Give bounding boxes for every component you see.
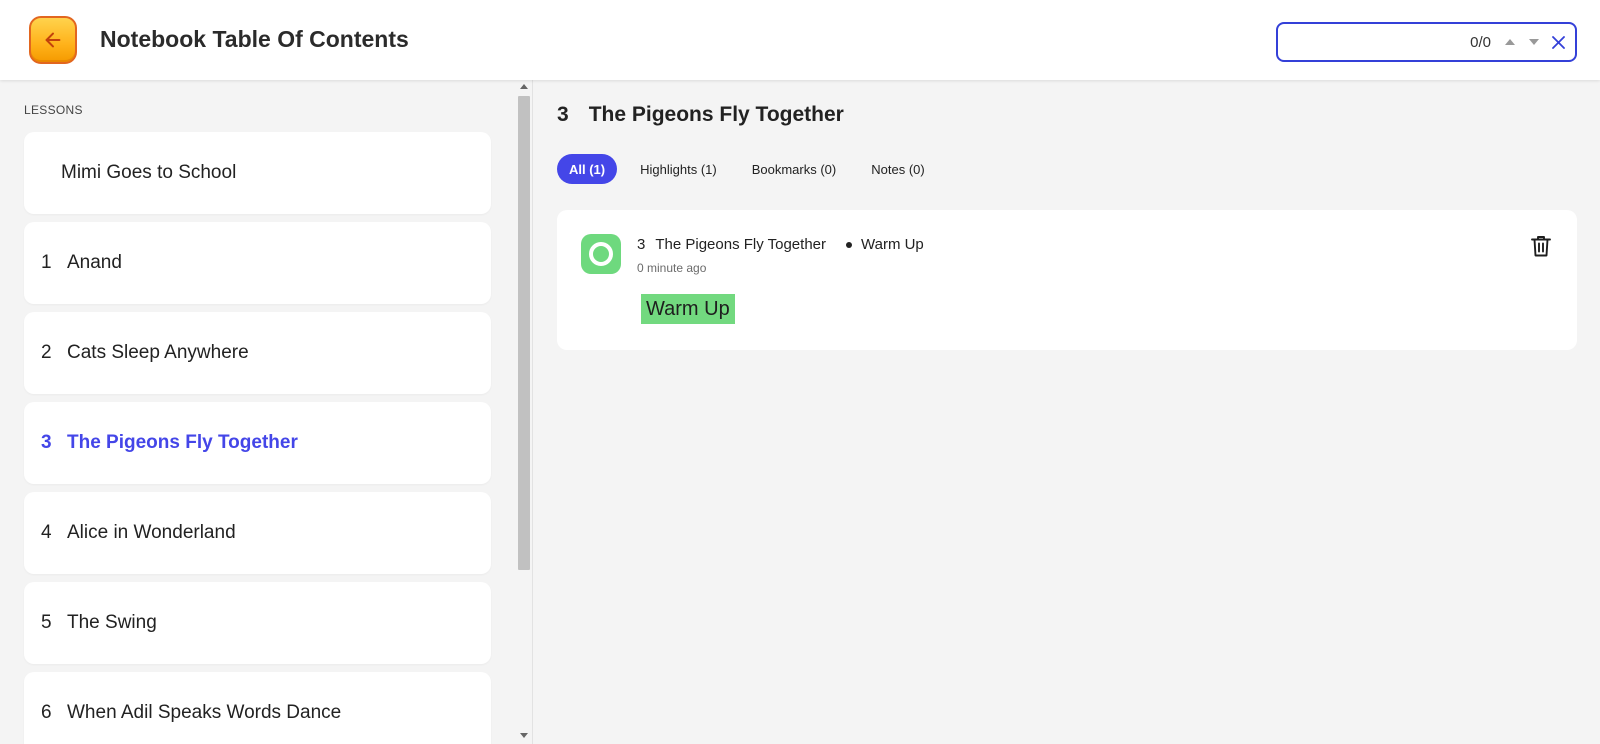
lesson-list: Mimi Goes to School 1 Anand 2 Cats Sleep… [24, 132, 491, 744]
highlighted-text[interactable]: Warm Up [641, 294, 735, 324]
lesson-number: 5 [41, 612, 52, 633]
section-number: 3 [557, 103, 569, 126]
highlight-marker-icon [581, 234, 621, 274]
entry-section: Warm Up [861, 236, 924, 253]
section-title: 3 The Pigeons Fly Together [557, 103, 844, 127]
lesson-label: The Swing [67, 612, 157, 633]
lesson-item[interactable]: 4 Alice in Wonderland [24, 492, 491, 574]
lesson-item[interactable]: Mimi Goes to School [24, 132, 491, 214]
tab-notes[interactable]: Notes (0) [859, 154, 936, 184]
lesson-item[interactable]: 5 The Swing [24, 582, 491, 664]
entry-lesson-number: 3 [637, 236, 646, 253]
search-next-button[interactable] [1525, 33, 1543, 51]
tab-all[interactable]: All (1) [557, 154, 618, 184]
search-prev-button[interactable] [1501, 33, 1519, 51]
search-result-count: 0/0 [1470, 33, 1491, 51]
search-input[interactable] [1286, 34, 1471, 50]
arrow-left-icon [45, 32, 61, 48]
lesson-label: Mimi Goes to School [61, 162, 237, 183]
lesson-number: 4 [41, 522, 52, 543]
tab-highlights[interactable]: Highlights (1) [628, 154, 729, 184]
header-bar: Notebook Table Of Contents 0/0 [0, 0, 1600, 80]
lesson-label: Anand [67, 252, 122, 273]
delete-entry-button[interactable] [1529, 234, 1553, 258]
section-title-text: The Pigeons Fly Together [588, 103, 844, 126]
notebook-entry-card: 3 The Pigeons Fly Together Warm Up 0 min… [557, 210, 1577, 350]
entry-timestamp: 0 minute ago [637, 261, 707, 275]
close-icon [1551, 35, 1565, 49]
search-clear-button[interactable] [1549, 33, 1567, 51]
main-panel: 3 The Pigeons Fly Together All (1) Highli… [534, 80, 1600, 744]
lesson-item[interactable]: 1 Anand [24, 222, 491, 304]
scroll-down-arrow-icon[interactable] [520, 733, 528, 738]
lesson-item[interactable]: 2 Cats Sleep Anywhere [24, 312, 491, 394]
search-box: 0/0 [1276, 22, 1577, 62]
caret-down-icon [1529, 39, 1539, 45]
trash-icon [1531, 236, 1551, 257]
tab-bookmarks[interactable]: Bookmarks (0) [740, 154, 849, 184]
lessons-heading: LESSONS [24, 103, 83, 117]
entry-lesson-title: The Pigeons Fly Together [655, 236, 826, 253]
back-button[interactable] [29, 16, 77, 64]
entry-meta: 3 The Pigeons Fly Together Warm Up [637, 236, 924, 253]
page-title: Notebook Table Of Contents [100, 26, 409, 52]
lesson-number: 1 [41, 252, 52, 273]
filter-tabs: All (1) Highlights (1) Bookmarks (0) Not… [557, 154, 948, 184]
lesson-number: 2 [41, 342, 52, 363]
lesson-item-active[interactable]: 3 The Pigeons Fly Together [24, 402, 491, 484]
lesson-label: The Pigeons Fly Together [67, 432, 298, 453]
sidebar-scrollbar[interactable] [516, 80, 532, 744]
lesson-label: Alice in Wonderland [67, 522, 236, 543]
lesson-item[interactable]: 6 When Adil Speaks Words Dance [24, 672, 491, 744]
bullet-separator [846, 241, 852, 248]
lesson-number: 6 [41, 702, 52, 723]
scrollbar-thumb[interactable] [518, 96, 530, 570]
lesson-number: 3 [41, 432, 52, 453]
scroll-up-arrow-icon[interactable] [520, 84, 528, 89]
caret-up-icon [1505, 39, 1515, 45]
lesson-label: Cats Sleep Anywhere [67, 342, 249, 363]
lessons-sidebar: LESSONS Mimi Goes to School 1 Anand 2 Ca… [0, 80, 533, 744]
lesson-label: When Adil Speaks Words Dance [67, 702, 342, 723]
